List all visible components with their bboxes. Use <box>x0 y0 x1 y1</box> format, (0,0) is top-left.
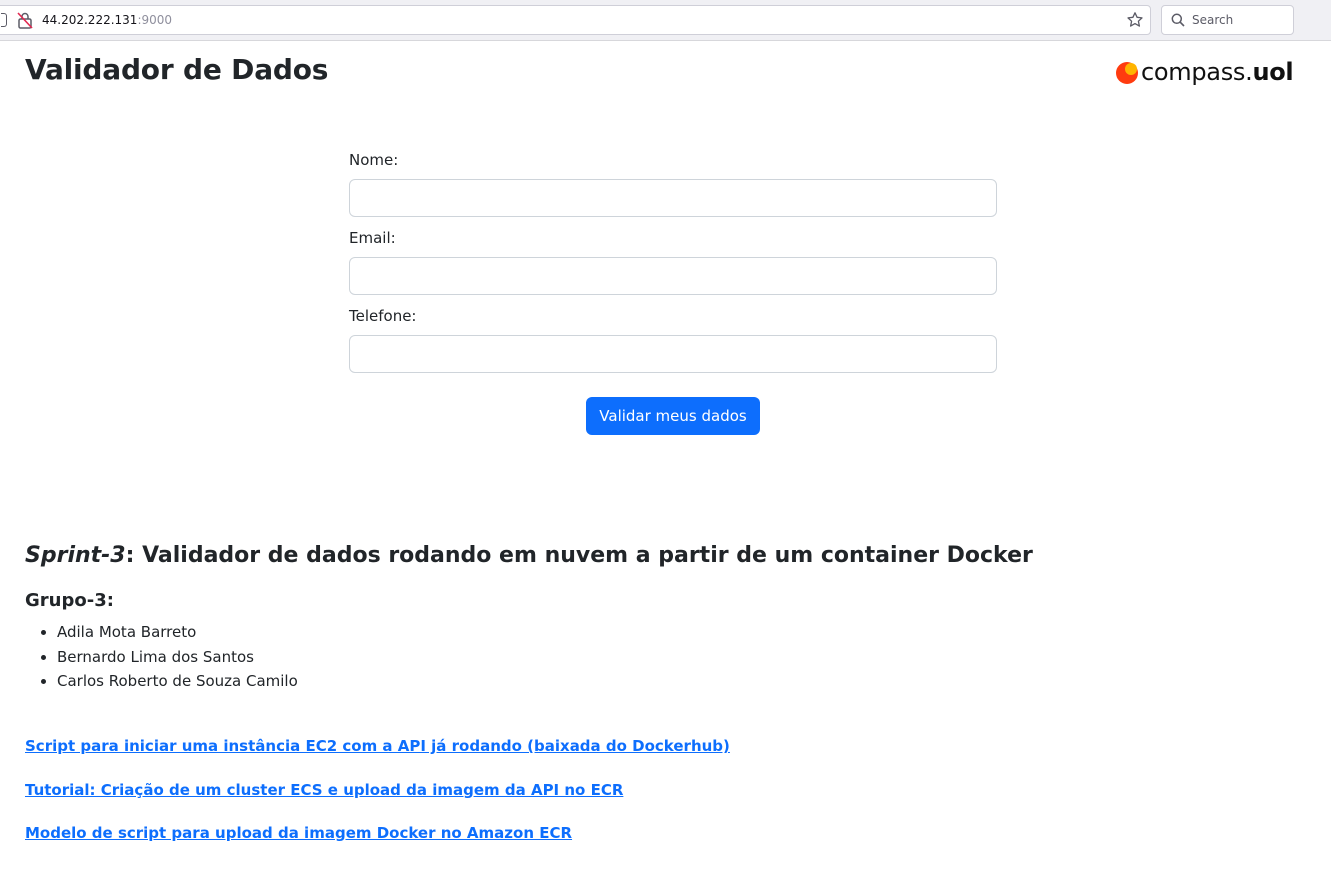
ecr-script-link[interactable]: Modelo de script para upload da imagem D… <box>25 824 572 842</box>
group-heading: Grupo-3: <box>25 590 114 611</box>
sprint-heading: Sprint-3: Validador de dados rodando em … <box>25 543 1033 568</box>
sprint-description: : Validador de dados rodando em nuvem a … <box>125 543 1033 568</box>
page-title: Validador de Dados <box>25 53 329 86</box>
data-validation-form: Nome: Email: Telefone: <box>349 148 997 382</box>
email-input[interactable] <box>349 257 997 295</box>
address-bar[interactable]: 44.202.222.131:9000 <box>0 5 1151 35</box>
ecs-tutorial-link[interactable]: Tutorial: Criação de um cluster ECS e up… <box>25 781 623 799</box>
url-host: 44.202.222.131 <box>42 13 138 27</box>
search-icon <box>1171 13 1185 27</box>
sprint-label: Sprint-3 <box>25 543 126 568</box>
member-item: Adila Mota Barreto <box>57 621 298 646</box>
ec2-script-link[interactable]: Script para iniciar uma instância EC2 co… <box>25 737 730 755</box>
name-label: Nome: <box>349 151 399 169</box>
browser-search-box[interactable]: Search <box>1161 5 1294 35</box>
member-item: Bernardo Lima dos Santos <box>57 646 298 671</box>
logo-text-main: compass. <box>1141 58 1253 86</box>
url-port: :9000 <box>137 13 173 27</box>
bookmark-star-icon[interactable] <box>1126 11 1144 29</box>
url-text[interactable]: 44.202.222.131:9000 <box>42 13 172 27</box>
members-list: Adila Mota Barreto Bernardo Lima dos San… <box>57 621 298 695</box>
logo-text: compass.uol <box>1141 58 1294 86</box>
search-placeholder: Search <box>1192 13 1234 27</box>
logo-mark-icon <box>1116 62 1138 84</box>
permissions-icon[interactable] <box>1 13 7 27</box>
phone-input[interactable] <box>349 335 997 373</box>
insecure-lock-icon[interactable] <box>17 12 33 29</box>
email-label: Email: <box>349 229 396 247</box>
member-item: Carlos Roberto de Souza Camilo <box>57 670 298 695</box>
phone-label: Telefone: <box>349 307 417 325</box>
name-input[interactable] <box>349 179 997 217</box>
logo-text-bold: uol <box>1252 58 1294 86</box>
compass-uol-logo: compass.uol <box>1115 58 1305 90</box>
validate-button[interactable]: Validar meus dados <box>586 397 760 435</box>
browser-toolbar: 44.202.222.131:9000 Search <box>0 0 1331 41</box>
